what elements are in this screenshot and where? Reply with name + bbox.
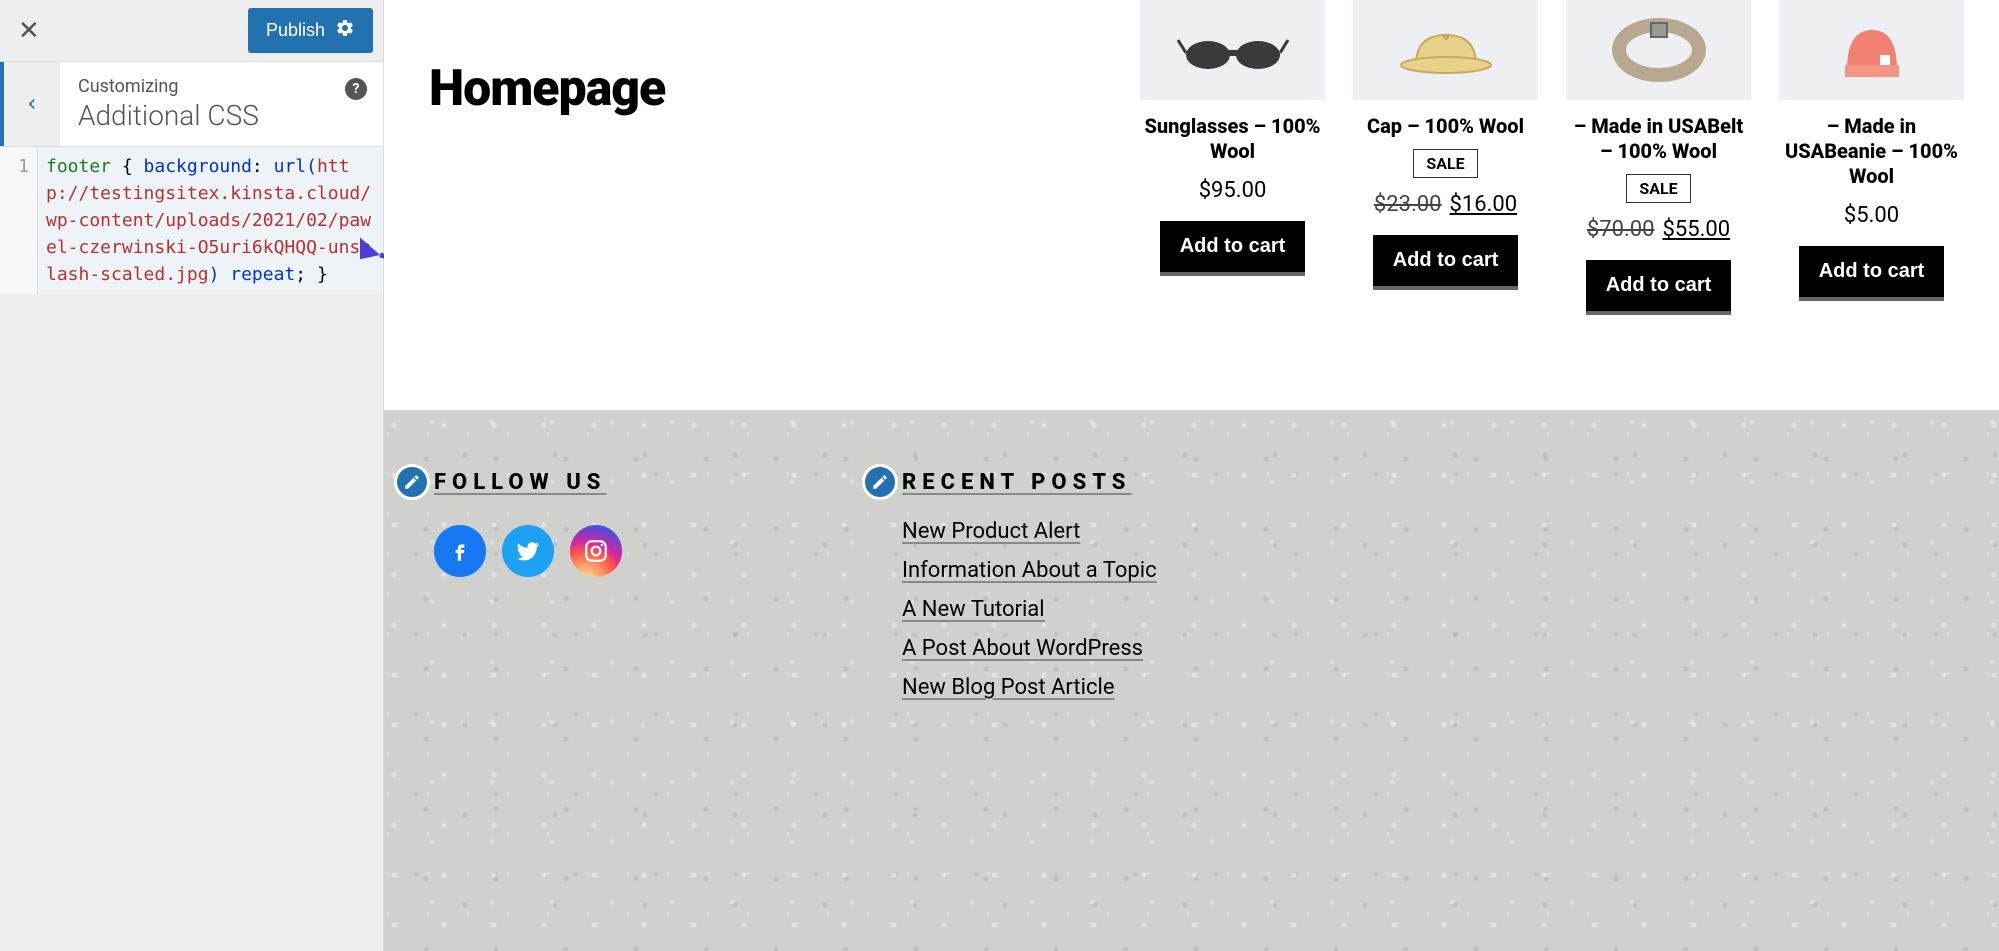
panel-title: Additional CSS <box>78 99 365 132</box>
css-code-editor[interactable]: 1 footer { background: url(http://testin… <box>0 147 383 294</box>
gear-icon <box>335 18 355 43</box>
product-card: Cap – 100% Wool SALE $23.00$16.00 Add to… <box>1353 0 1538 315</box>
instagram-icon[interactable] <box>570 525 622 577</box>
edit-widget-button[interactable] <box>394 464 430 500</box>
product-name[interactable]: – Made in USABelt – 100% Wool <box>1566 114 1751 164</box>
add-to-cart-button[interactable]: Add to cart <box>1160 221 1306 276</box>
recent-posts-list: New Product Alert Information About a To… <box>902 519 1157 700</box>
sale-badge: SALE <box>1626 174 1690 203</box>
product-image[interactable] <box>1779 0 1964 100</box>
product-card: – Made in USABelt – 100% Wool SALE $70.0… <box>1566 0 1751 315</box>
product-card: Sunglasses – 100% Wool $95.00 Add to car… <box>1140 0 1325 315</box>
customizer-topbar: ✕ Publish <box>0 0 383 62</box>
product-price: $23.00$16.00 <box>1374 192 1517 217</box>
twitter-icon[interactable] <box>502 525 554 577</box>
line-gutter: 1 <box>0 147 38 294</box>
page-title: Homepage <box>429 60 665 118</box>
sale-badge: SALE <box>1413 149 1477 178</box>
post-link[interactable]: A Post About WordPress <box>902 636 1157 661</box>
post-link[interactable]: New Product Alert <box>902 519 1157 544</box>
product-price: $5.00 <box>1844 203 1899 228</box>
site-footer: FOLLOW US RECENT POSTS New Product Alert… <box>384 410 1999 951</box>
social-icons-row <box>434 525 622 577</box>
publish-label: Publish <box>266 20 325 41</box>
site-preview: Homepage Sunglasses – 100% Wool $95.00 A… <box>384 0 1999 951</box>
product-image[interactable] <box>1140 0 1325 100</box>
css-code-content[interactable]: footer { background: url(http://testings… <box>38 147 383 294</box>
footer-recent-posts-column: RECENT POSTS New Product Alert Informati… <box>902 470 1157 891</box>
add-to-cart-button[interactable]: Add to cart <box>1799 246 1945 301</box>
panel-header-text: Customizing Additional CSS ? <box>60 62 383 146</box>
close-icon[interactable]: ✕ <box>10 12 48 50</box>
footer-follow-column: FOLLOW US <box>434 470 622 891</box>
facebook-icon[interactable] <box>434 525 486 577</box>
follow-us-heading: FOLLOW US <box>434 470 622 495</box>
edit-widget-button[interactable] <box>862 464 898 500</box>
customizer-header: Customizing Additional CSS ? <box>0 62 383 147</box>
product-image[interactable] <box>1566 0 1751 100</box>
post-link[interactable]: A New Tutorial <box>902 597 1157 622</box>
back-button[interactable] <box>0 62 60 146</box>
recent-posts-heading: RECENT POSTS <box>902 470 1157 495</box>
product-price: $95.00 <box>1199 178 1267 203</box>
product-price: $70.00$55.00 <box>1587 217 1730 242</box>
product-name[interactable]: Cap – 100% Wool <box>1367 114 1524 139</box>
product-name[interactable]: – Made in USABeanie – 100% Wool <box>1779 114 1964 189</box>
product-grid: Sunglasses – 100% Wool $95.00 Add to car… <box>1140 0 1964 315</box>
post-link[interactable]: New Blog Post Article <box>902 675 1157 700</box>
help-icon[interactable]: ? <box>345 78 367 100</box>
add-to-cart-button[interactable]: Add to cart <box>1586 260 1732 315</box>
customizer-panel: ✕ Publish Customizing Additional CSS ? 1… <box>0 0 384 951</box>
customizing-label: Customizing <box>78 76 365 97</box>
product-name[interactable]: Sunglasses – 100% Wool <box>1140 114 1325 164</box>
add-to-cart-button[interactable]: Add to cart <box>1373 235 1519 290</box>
product-image[interactable] <box>1353 0 1538 100</box>
post-link[interactable]: Information About a Topic <box>902 558 1157 583</box>
publish-button[interactable]: Publish <box>248 8 373 53</box>
product-card: – Made in USABeanie – 100% Wool $5.00 Ad… <box>1779 0 1964 315</box>
